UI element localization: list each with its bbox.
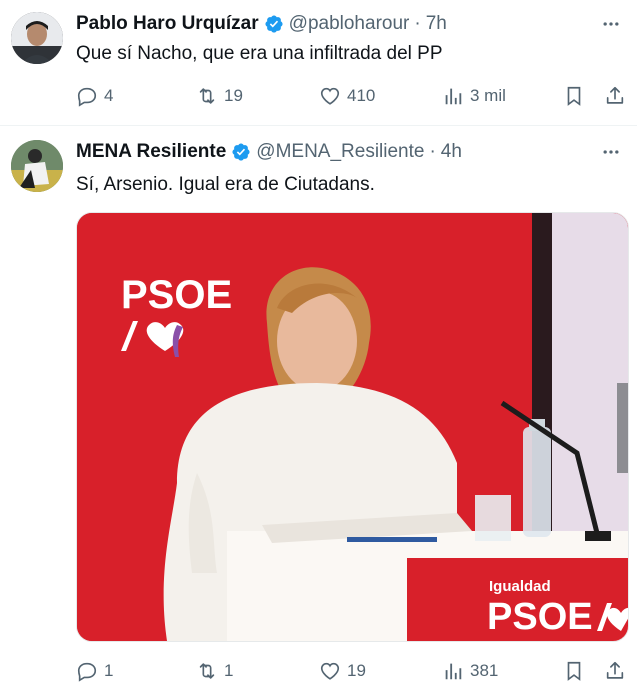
psoe-logo-text: PSOE [121, 273, 232, 317]
views-count: 3 mil [470, 86, 506, 105]
reply-icon [77, 662, 97, 682]
views-button[interactable]: 3 mil [442, 81, 506, 111]
retweet-count: 1 [224, 661, 234, 680]
bookmark-button[interactable] [563, 81, 585, 111]
tweet-actions: 1 1 19 381 [76, 656, 626, 686]
share-icon [606, 86, 624, 104]
retweet-button[interactable]: 19 [196, 81, 243, 111]
like-button[interactable]: 410 [319, 81, 375, 111]
verified-badge-icon [264, 14, 284, 34]
tweet-text: Sí, Arsenio. Igual era de Ciutadans. [76, 174, 375, 195]
tweet-2[interactable]: MENA Resiliente @MENA_Resiliente · 4h Sí… [0, 126, 637, 694]
timestamp[interactable]: 7h [426, 13, 447, 35]
like-button[interactable]: 19 [319, 656, 366, 686]
views-button[interactable]: 381 [442, 656, 498, 686]
views-chart-icon [445, 88, 462, 105]
reply-button[interactable]: 4 [76, 81, 113, 111]
retweet-icon [199, 88, 215, 104]
author-handle[interactable]: @pabloharour [289, 13, 410, 35]
sign-psoe-text: PSOE [487, 596, 593, 638]
tweet-photo[interactable]: PSOE Igualdad PSOE [76, 212, 629, 642]
author-name[interactable]: MENA Resiliente [76, 141, 226, 163]
bookmark-icon [567, 86, 581, 106]
author-handle[interactable]: @MENA_Resiliente [256, 141, 424, 163]
verified-badge-icon [231, 142, 251, 162]
more-dots-icon[interactable] [599, 12, 623, 36]
heart-icon [320, 87, 340, 105]
retweet-icon [199, 663, 215, 679]
like-count: 19 [347, 661, 366, 680]
reply-count: 1 [104, 661, 114, 680]
separator-dot: · [414, 13, 421, 34]
tweet-header: Pablo Haro Urquízar @pabloharour · 7h [76, 12, 447, 36]
tweet-1[interactable]: Pablo Haro Urquízar @pabloharour · 7h Qu… [0, 0, 637, 126]
share-icon [606, 661, 624, 679]
avatar[interactable] [11, 12, 63, 64]
retweet-button[interactable]: 1 [196, 656, 233, 686]
views-chart-icon [445, 663, 462, 680]
bookmark-button[interactable] [563, 656, 585, 686]
more-dots-icon[interactable] [599, 140, 623, 164]
views-count: 381 [470, 661, 499, 680]
reply-button[interactable]: 1 [76, 656, 113, 686]
tweet-text: Que sí Nacho, que era una infiltrada del… [76, 43, 443, 64]
bookmark-icon [567, 661, 581, 681]
sign-igualdad-text: Igualdad [489, 578, 551, 595]
tweet-actions: 4 19 410 3 mil [76, 81, 626, 111]
avatar[interactable] [11, 140, 63, 192]
share-button[interactable] [604, 656, 626, 686]
reply-count: 4 [104, 86, 114, 105]
like-count: 410 [347, 86, 376, 105]
heart-icon [320, 662, 340, 680]
separator-dot: · [429, 141, 436, 162]
author-name[interactable]: Pablo Haro Urquízar [76, 13, 259, 35]
reply-icon [77, 87, 97, 107]
retweet-count: 19 [224, 86, 243, 105]
tweet-header: MENA Resiliente @MENA_Resiliente · 4h [76, 140, 462, 164]
timestamp[interactable]: 4h [441, 141, 462, 163]
share-button[interactable] [604, 81, 626, 111]
